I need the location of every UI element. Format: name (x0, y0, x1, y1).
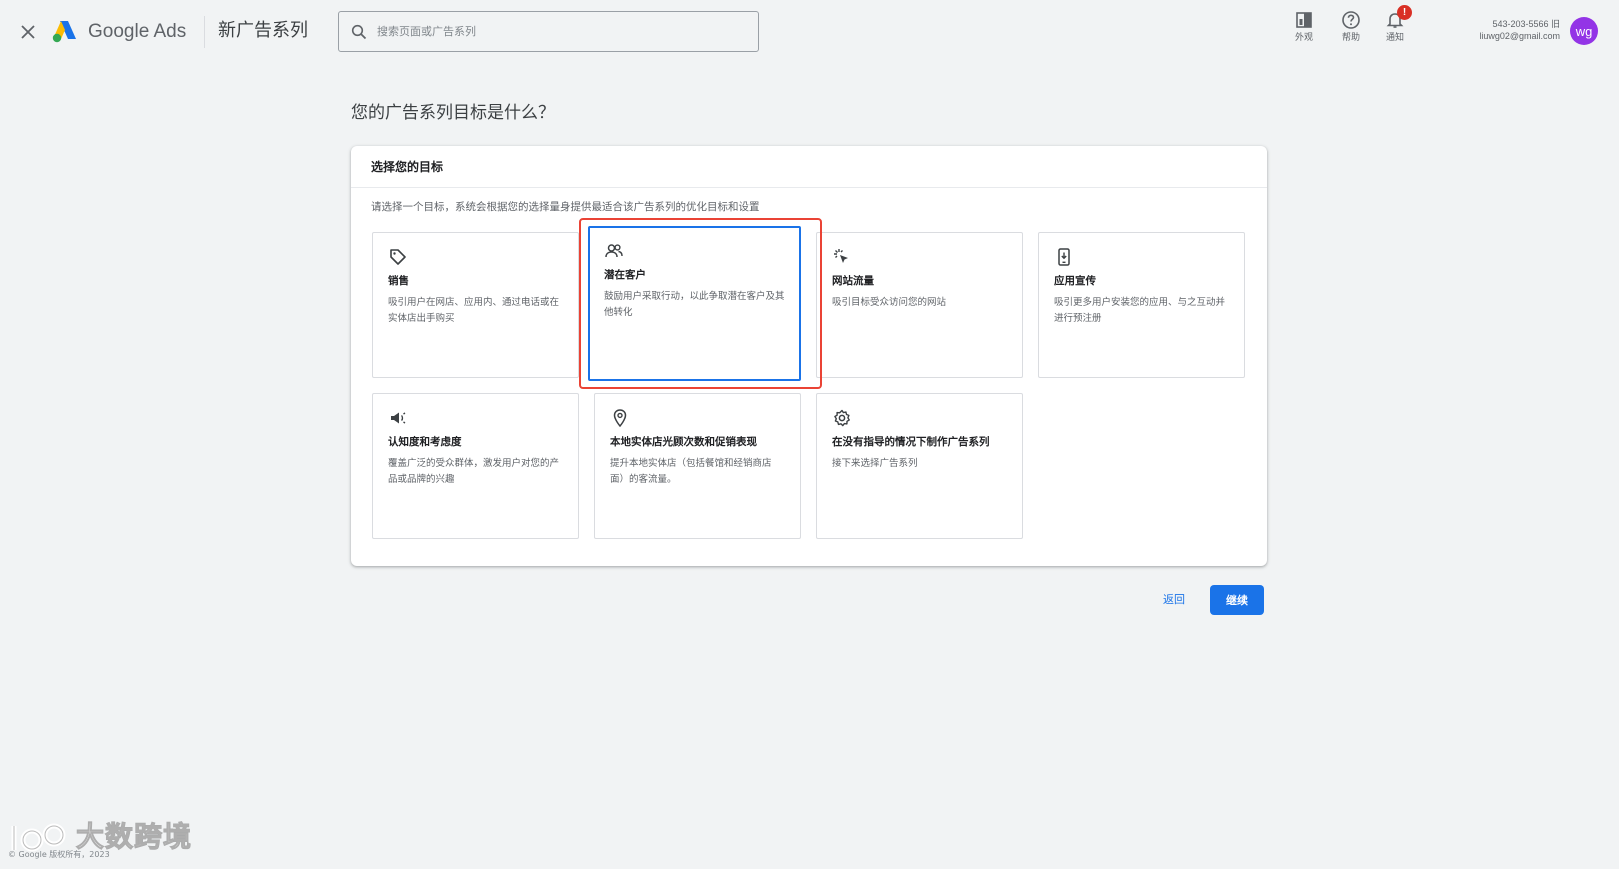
goal-tile-awareness[interactable]: 认知度和考虑度 覆盖广泛的受众群体，激发用户对您的产品或品牌的兴趣 (372, 393, 579, 539)
back-button[interactable]: 返回 (1163, 593, 1185, 607)
watermark: 大数跨境 (10, 820, 192, 854)
goal-title: 本地实体店光顾次数和促销表现 (610, 436, 757, 448)
avatar[interactable]: wg (1570, 17, 1598, 45)
goal-description: 提升本地实体店（包括餐馆和经销商店面）的客流量。 (610, 458, 772, 485)
cursor-click-icon (834, 249, 848, 263)
notifications-button[interactable]: ! 通知 (1375, 5, 1415, 44)
goal-tile-sales[interactable]: 销售 吸引用户在网店、应用内、通过电话或在实体店出手购买 (372, 232, 579, 378)
goal-description: 吸引目标受众访问您的网站 (832, 297, 947, 308)
account-email: liuwg02@gmail.com (1479, 31, 1560, 41)
notification-badge: ! (1397, 5, 1412, 20)
card-header: 选择您的目标 (351, 146, 1267, 188)
appearance-label: 外观 (1294, 33, 1313, 43)
appearance-icon (1296, 12, 1312, 28)
campaign-title: 新广告系列 (218, 20, 308, 41)
goal-title: 网站流量 (832, 275, 874, 287)
phone-download-icon (1058, 248, 1070, 266)
account-info[interactable]: 543-203-5566 旧 liuwg02@gmail.com (1479, 18, 1560, 42)
goal-title: 潜在客户 (604, 269, 646, 281)
goal-description: 吸引更多用户安装您的应用、与之互动并进行预注册 (1054, 297, 1226, 324)
goal-description: 鼓励用户采取行动，以此争取潜在客户及其他转化 (604, 291, 785, 318)
goal-selection-card: 选择您的目标 请选择一个目标，系统会根据您的选择量身提供最适合该广告系列的优化目… (351, 146, 1267, 566)
google-ads-logo (52, 18, 78, 44)
goal-tile-local-store[interactable]: 本地实体店光顾次数和促销表现 提升本地实体店（包括餐馆和经销商店面）的客流量。 (594, 393, 801, 539)
goal-description: 吸引用户在网店、应用内、通过电话或在实体店出手购买 (388, 297, 560, 324)
location-pin-icon (613, 409, 627, 428)
header-divider (204, 16, 205, 48)
brand-name: Google Ads (88, 21, 187, 42)
continue-button[interactable]: 继续 (1210, 585, 1264, 615)
goal-tile-app-promotion[interactable]: 应用宣传 吸引更多用户安装您的应用、与之互动并进行预注册 (1038, 232, 1245, 378)
card-description: 请选择一个目标，系统会根据您的选择量身提供最适合该广告系列的优化目标和设置 (371, 201, 760, 213)
goal-description: 接下来选择广告系列 (832, 458, 918, 469)
megaphone-icon (391, 412, 406, 424)
goal-description: 覆盖广泛的受众群体，激发用户对您的产品或品牌的兴趣 (388, 458, 560, 485)
appearance-button[interactable]: 外观 (1284, 10, 1324, 44)
goal-tile-no-guidance[interactable]: 在没有指导的情况下制作广告系列 接下来选择广告系列 (816, 393, 1023, 539)
goal-title: 认知度和考虑度 (388, 436, 462, 448)
help-icon (1342, 11, 1360, 29)
goal-title: 应用宣传 (1054, 275, 1096, 287)
watermark-logo-icon (11, 823, 66, 852)
search-box[interactable] (338, 11, 759, 52)
account-id: 543-203-5566 旧 (1492, 19, 1560, 29)
goal-tile-website-traffic[interactable]: 网站流量 吸引目标受众访问您的网站 (816, 232, 1023, 378)
search-icon (351, 24, 367, 39)
top-bar: Google Ads 新广告系列 外观 帮助 ! 通知 (0, 0, 1619, 64)
watermark-text: 大数跨境 (75, 820, 193, 854)
people-icon (605, 244, 623, 258)
gear-icon (834, 409, 850, 427)
page-title: 您的广告系列目标是什么？ (351, 103, 555, 123)
help-label: 帮助 (1341, 33, 1360, 43)
notifications-label: 通知 (1385, 33, 1404, 43)
close-icon[interactable] (16, 20, 40, 44)
goal-title: 销售 (388, 275, 409, 287)
goal-tile-leads[interactable]: 潜在客户 鼓励用户采取行动，以此争取潜在客户及其他转化 (588, 226, 801, 381)
search-input[interactable] (375, 24, 735, 39)
help-button[interactable]: 帮助 (1331, 10, 1371, 44)
tag-icon (390, 249, 406, 265)
goal-title: 在没有指导的情况下制作广告系列 (832, 436, 990, 448)
